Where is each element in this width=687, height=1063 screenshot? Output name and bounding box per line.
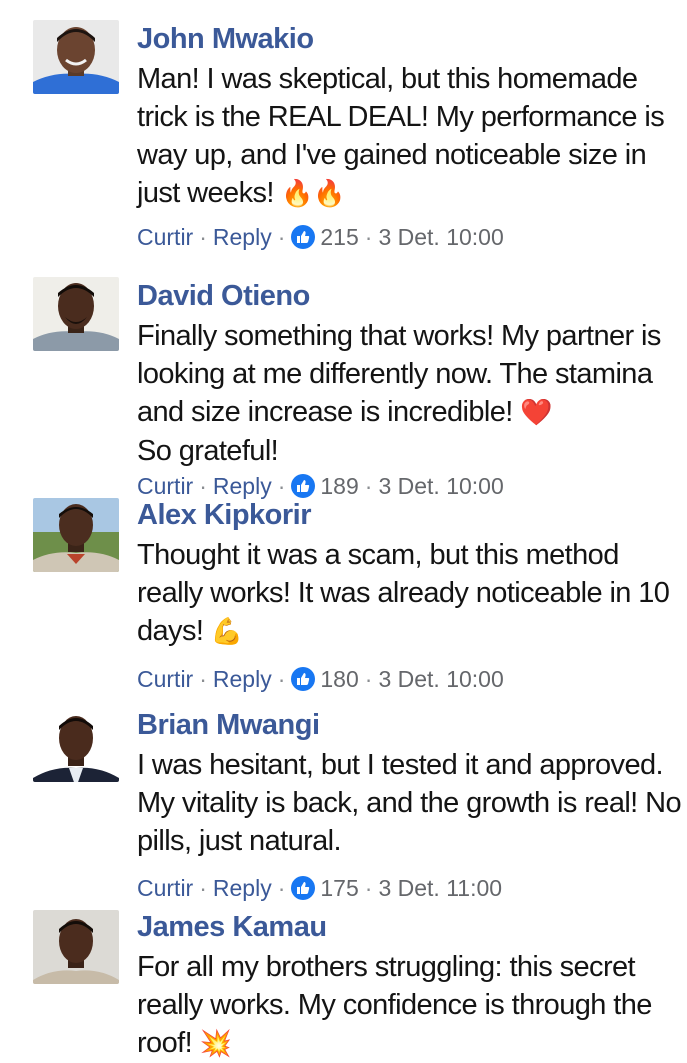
fire-emoji: 🔥🔥 xyxy=(281,179,345,209)
reply-link[interactable]: Reply xyxy=(213,223,272,251)
flexed-biceps-emoji: 💪 xyxy=(210,617,243,647)
commenter-name[interactable]: Brian Mwangi xyxy=(137,708,681,742)
avatar[interactable] xyxy=(33,910,119,984)
like-count[interactable]: 215 xyxy=(320,223,358,251)
reply-link[interactable]: Reply xyxy=(213,874,272,902)
comment-text: Man! I was skeptical, but this homemade … xyxy=(137,63,665,209)
thumbs-up-icon[interactable] xyxy=(291,876,316,900)
collision-emoji: 💥 xyxy=(199,1029,232,1059)
comment-timestamp: 3 Det. 10:00 xyxy=(378,666,504,692)
reply-link[interactable]: Reply xyxy=(213,665,272,693)
avatar[interactable] xyxy=(33,277,119,351)
comment-actions: Curtir · Reply · 180 · 3 Det. 10:00 xyxy=(137,665,504,693)
comment-timestamp: 3 Det. 10:00 xyxy=(378,224,504,250)
heart-emoji: ❤️ xyxy=(520,398,552,428)
comment: Alex Kipkorir Thought it was a scam, but… xyxy=(0,495,687,700)
comment-actions: Curtir · Reply · 175 · 3 Det. 11:00 xyxy=(137,874,503,902)
comment-text: Thought it was a scam, but this method r… xyxy=(137,539,670,647)
comment: James Kamau For all my brothers struggli… xyxy=(0,900,687,1059)
thumbs-up-icon[interactable] xyxy=(291,667,316,691)
like-count[interactable]: 180 xyxy=(320,665,358,693)
avatar[interactable] xyxy=(33,20,119,94)
commenter-name[interactable]: Alex Kipkorir xyxy=(137,498,681,532)
like-link[interactable]: Curtir xyxy=(137,874,193,902)
like-count[interactable]: 175 xyxy=(320,874,358,902)
comment: John Mwakio Man! I was skeptical, but th… xyxy=(0,0,687,255)
avatar[interactable] xyxy=(33,708,119,782)
like-link[interactable]: Curtir xyxy=(137,665,193,693)
like-link[interactable]: Curtir xyxy=(137,223,193,251)
comment: David Otieno Finally something that work… xyxy=(0,265,687,499)
avatar[interactable] xyxy=(33,498,119,572)
comment-timestamp: 3 Det. 11:00 xyxy=(378,875,503,901)
commenter-name[interactable]: James Kamau xyxy=(137,910,681,944)
commenter-name[interactable]: David Otieno xyxy=(137,279,681,313)
comment: Brian Mwangi I was hesitant, but I teste… xyxy=(0,700,687,902)
comment-text: Finally something that works! My partner… xyxy=(137,320,661,467)
comment-text: I was hesitant, but I tested it and appr… xyxy=(137,749,682,857)
commenter-name[interactable]: John Mwakio xyxy=(137,22,681,56)
comment-actions: Curtir · Reply · 215 · 3 Det. 10:00 xyxy=(137,223,504,251)
comment-text: For all my brothers struggling: this sec… xyxy=(137,951,652,1059)
thumbs-up-icon[interactable] xyxy=(291,225,316,249)
